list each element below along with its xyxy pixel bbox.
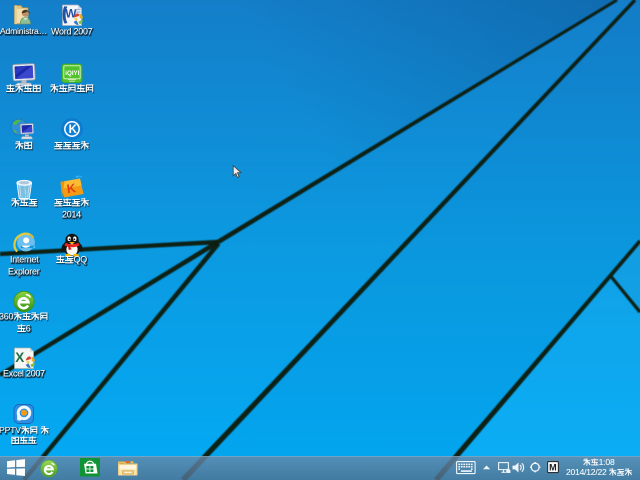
svg-text:2014/12/22: 2014/12/22 [566,467,607,477]
svg-text:QQ: QQ [74,255,88,265]
svg-text:Explorer: Explorer [8,266,40,276]
svg-text:K: K [69,124,78,136]
svg-text:K: K [66,181,77,196]
svg-text:Administra…: Administra… [0,26,47,36]
svg-text:360: 360 [0,312,14,322]
svg-text:Excel 2007: Excel 2007 [3,369,45,379]
svg-text:iQIYI: iQIYI [65,70,79,77]
svg-text:Word 2007: Word 2007 [51,27,93,37]
svg-text:M: M [549,463,557,473]
svg-text:X: X [15,350,24,365]
svg-text:6: 6 [26,323,31,333]
svg-text:PPTV: PPTV [0,425,21,435]
svg-text:2014: 2014 [62,209,81,219]
svg-text:Internet: Internet [10,255,39,265]
